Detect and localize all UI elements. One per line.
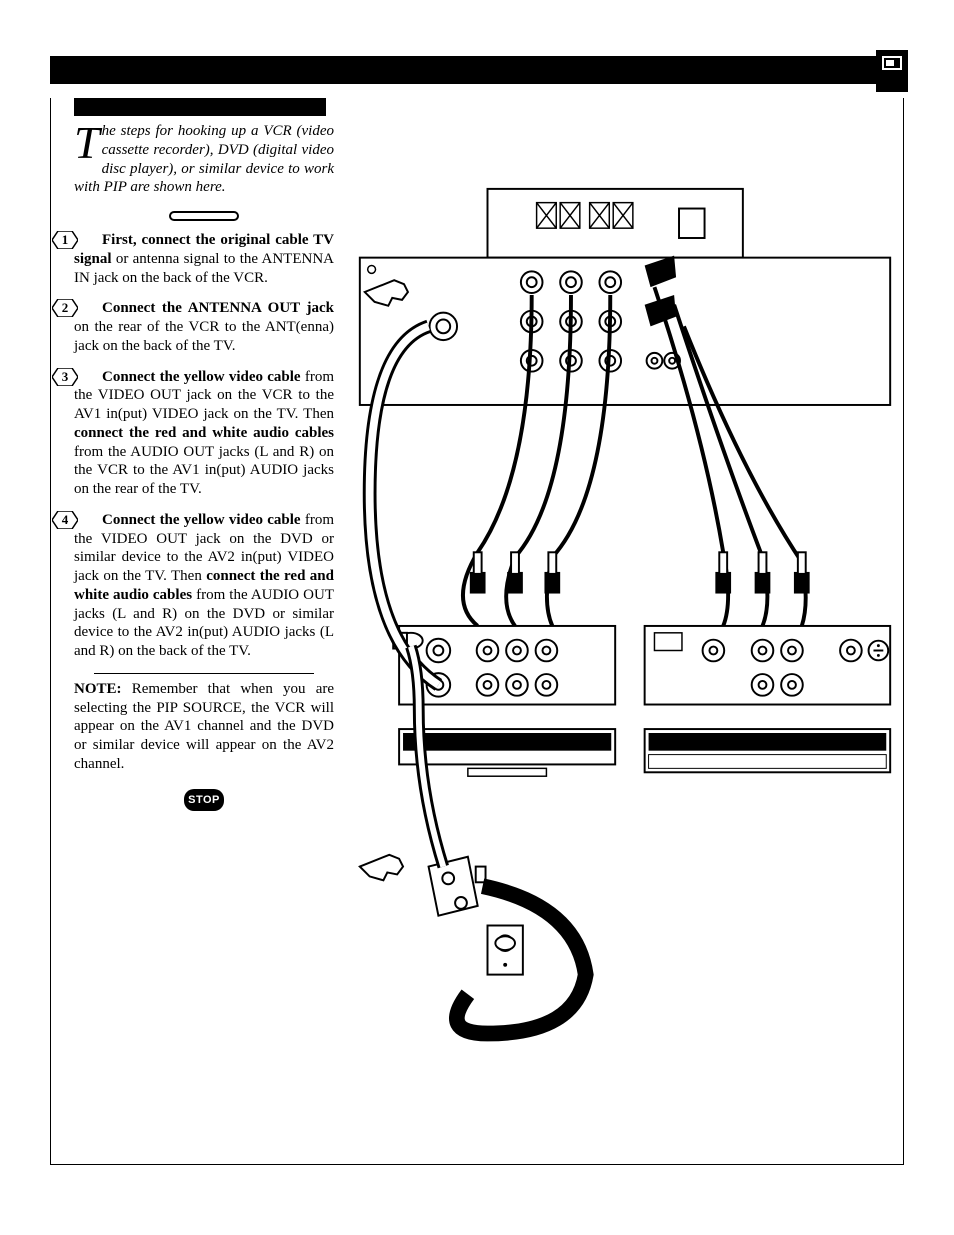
- step-4: 4 Connect the yellow video cable from th…: [74, 511, 334, 661]
- instruction-column: T he steps for hooking up a VCR (video c…: [74, 116, 334, 811]
- tv-back-panel: [360, 189, 890, 405]
- pip-icon: [876, 50, 908, 92]
- svg-text:3: 3: [62, 369, 69, 384]
- note-paragraph: NOTE: Remember that when you are selecti…: [74, 680, 334, 774]
- dvd-back-panel: [645, 626, 891, 772]
- sidebar-black-tab: [74, 98, 326, 116]
- intro-paragraph: T he steps for hooking up a VCR (video c…: [74, 122, 334, 197]
- step-number-4: 4: [52, 511, 78, 529]
- step-number-1: 1: [52, 231, 78, 249]
- svg-text:1: 1: [62, 232, 69, 247]
- step-2: 2 Connect the ANTENNA OUT jack on the re…: [74, 299, 334, 355]
- step-number-3: 3: [52, 368, 78, 386]
- step-2-text: Connect the ANTENNA OUT jack on the rear…: [74, 300, 334, 354]
- divider-rounded: [169, 211, 239, 221]
- step-3-text: Connect the yellow video cable from the …: [74, 369, 334, 498]
- svg-text:2: 2: [62, 300, 69, 315]
- note-rule: [94, 673, 314, 674]
- wall-outlet: [488, 926, 523, 975]
- intro-text: he steps for hooking up a VCR (video cas…: [74, 123, 334, 195]
- svg-text:4: 4: [62, 512, 69, 527]
- wiring-diagram: [350, 140, 900, 1161]
- note-label: NOTE:: [74, 681, 122, 697]
- step-1: 1 First, connect the original cable TV s…: [74, 231, 334, 287]
- vcr-back-panel: [399, 626, 615, 776]
- step-number-2: 2: [52, 299, 78, 317]
- stop-badge: STOP: [184, 789, 224, 811]
- step-3: 3 Connect the yellow video cable from th…: [74, 368, 334, 499]
- header-black-bar: [50, 56, 904, 84]
- step-4-text: Connect the yellow video cable from the …: [74, 512, 334, 659]
- intro-dropcap: T: [74, 122, 102, 160]
- step-1-text: First, connect the original cable TV sig…: [74, 232, 334, 286]
- pointer-hand-icon-2: [360, 855, 403, 881]
